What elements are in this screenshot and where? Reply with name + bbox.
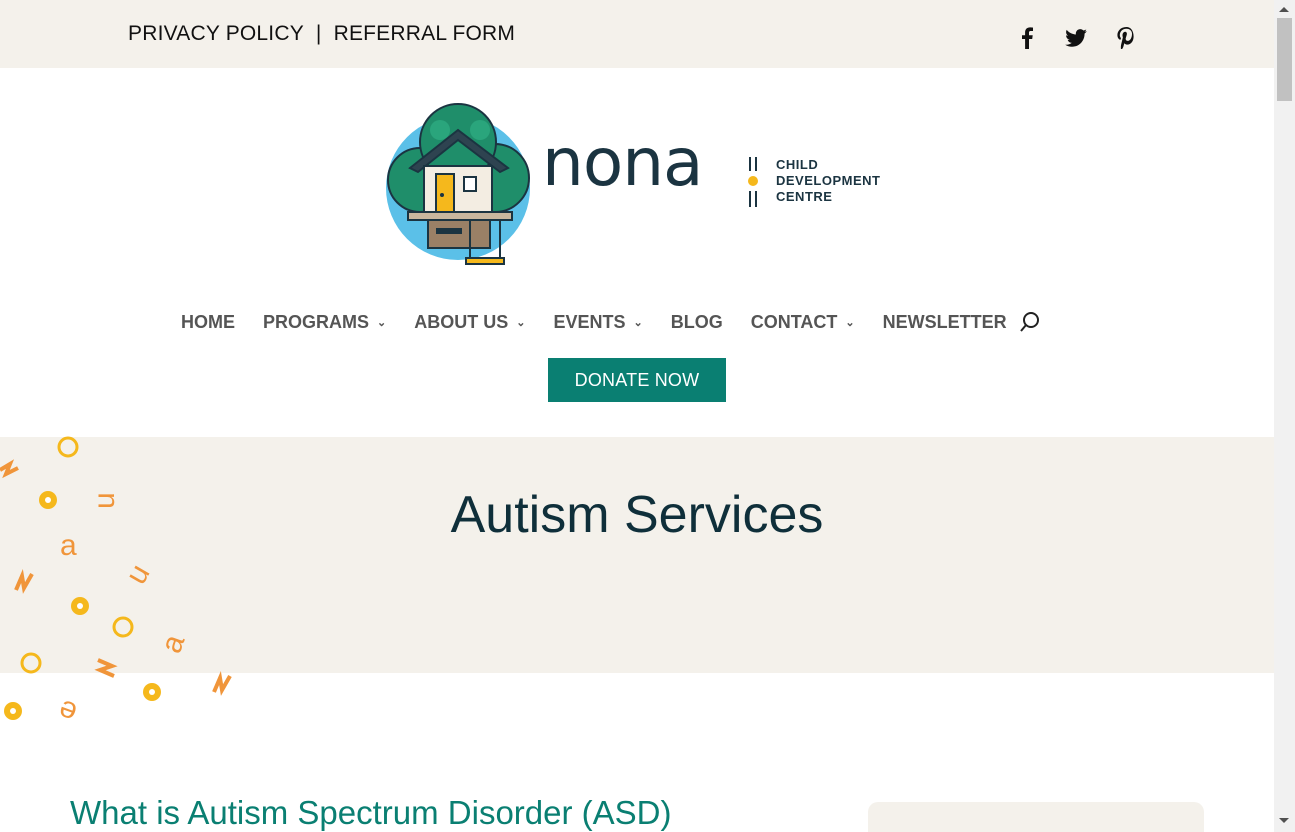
chevron-down-icon: ⌄ — [377, 316, 387, 329]
nav-item-label: PROGRAMS — [263, 311, 370, 332]
donate-now-button[interactable]: DONATE NOW — [548, 358, 726, 402]
chevron-down-icon: ⌄ — [633, 316, 643, 329]
nav-item-label: NEWSLETTER — [882, 311, 1007, 332]
treehouse-logo-icon — [386, 103, 530, 265]
section-heading: What is Autism Spectrum Disorder (ASD) — [70, 794, 672, 831]
nav-item-label: CONTACT — [750, 311, 838, 332]
page-title: Autism Services — [450, 486, 824, 544]
top-links: PRIVACY POLICY | REFERRAL FORM — [128, 22, 515, 46]
pinterest-icon[interactable] — [1114, 24, 1138, 52]
search-icon[interactable] — [1019, 311, 1041, 333]
svg-text:u: u — [120, 559, 157, 590]
logo-subtitle: CHILD DEVELOPMENT CENTRE — [776, 157, 880, 205]
svg-text:a: a — [155, 630, 192, 657]
chevron-down-icon: ⌄ — [516, 316, 526, 329]
nav-item-newsletter[interactable]: NEWSLETTER — [883, 312, 1007, 333]
nav-item-programs[interactable]: PROGRAMS ⌄ — [263, 312, 386, 333]
scroll-up-arrow-icon[interactable] — [1279, 7, 1289, 12]
logo-flower-icon — [748, 157, 758, 207]
nav-item-contact[interactable]: CONTACT ⌄ — [751, 312, 855, 333]
privacy-policy-link[interactable]: PRIVACY POLICY — [128, 22, 304, 46]
twitter-icon[interactable] — [1064, 24, 1088, 52]
nav-item-label: BLOG — [670, 311, 723, 332]
nav-item-about-us[interactable]: ABOUT US ⌄ — [414, 312, 525, 333]
logo-subtitle-line: DEVELOPMENT — [776, 173, 881, 188]
logo-wordmark: nona — [542, 124, 703, 201]
scrollbar-thumb[interactable] — [1277, 18, 1292, 101]
top-bar: PRIVACY POLICY | REFERRAL FORM — [0, 0, 1274, 68]
nav-item-label: EVENTS — [553, 311, 626, 332]
facebook-icon[interactable] — [1015, 24, 1039, 52]
page: PRIVACY POLICY | REFERRAL FORM nona CHIL… — [0, 0, 1274, 832]
logo-subtitle-line: CENTRE — [776, 189, 833, 204]
nav-item-blog[interactable]: BLOG — [671, 312, 723, 333]
nav-item-label: HOME — [181, 311, 235, 332]
scroll-down-arrow-icon[interactable] — [1279, 818, 1289, 823]
top-links-separator: | — [315, 22, 322, 45]
nav-item-label: ABOUT US — [414, 311, 509, 332]
svg-text:e: e — [54, 693, 81, 730]
main-nav: HOME PROGRAMS ⌄ ABOUT US ⌄ EVENTS ⌄ BLOG CO… — [181, 310, 1041, 334]
chevron-down-icon: ⌄ — [845, 316, 855, 329]
nav-item-events[interactable]: EVENTS ⌄ — [553, 312, 642, 333]
nav-item-home[interactable]: HOME — [181, 312, 235, 333]
sidebar-card — [868, 802, 1204, 832]
decorative-letters-illustration: a u u a e — [0, 436, 232, 730]
logo-subtitle-line: CHILD — [776, 157, 819, 172]
vertical-scrollbar[interactable] — [1274, 0, 1295, 832]
referral-form-link[interactable]: REFERRAL FORM — [334, 22, 516, 46]
site-logo[interactable]: nona CHILD DEVELOPMENT CENTRE — [380, 100, 900, 270]
